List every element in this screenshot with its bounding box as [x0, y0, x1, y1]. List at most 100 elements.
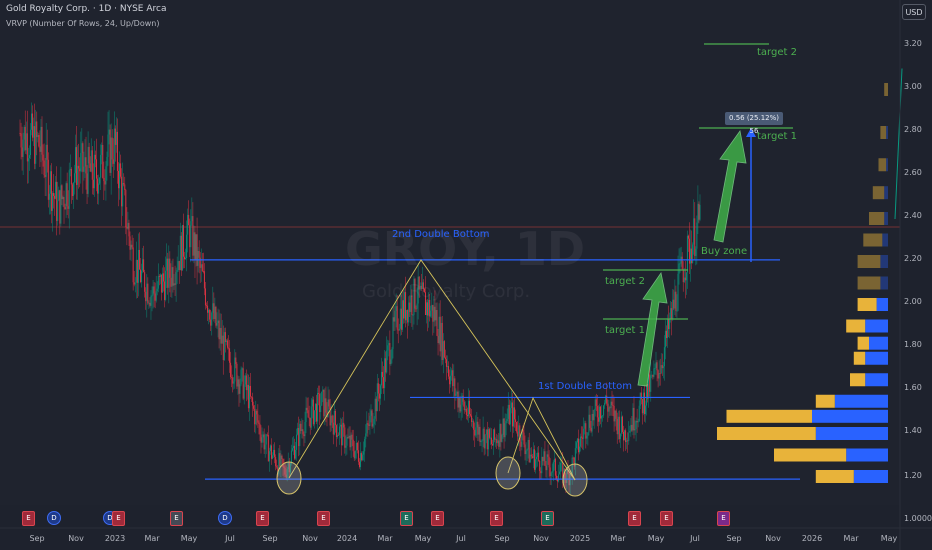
- candle-body: [609, 407, 611, 409]
- candle-body: [310, 406, 312, 428]
- candle-body: [141, 270, 143, 283]
- candle-body: [470, 414, 472, 416]
- indicator-legend[interactable]: VRVP (Number Of Rows, 24, Up/Down): [6, 19, 159, 28]
- candle-body: [183, 256, 185, 260]
- candle-body: [124, 184, 126, 191]
- candle-body: [133, 282, 135, 285]
- candle-body: [635, 420, 637, 430]
- event-marker[interactable]: E: [717, 511, 730, 526]
- candle-body: [397, 329, 399, 331]
- event-marker[interactable]: E: [22, 511, 35, 526]
- candle-body: [662, 366, 664, 369]
- candle-body: [136, 259, 138, 283]
- candle-body: [33, 126, 35, 138]
- event-marker[interactable]: E: [541, 511, 554, 526]
- candle-body: [245, 375, 247, 391]
- candle-body: [196, 234, 198, 266]
- time-tick-label: Nov: [302, 534, 318, 543]
- candle-body: [97, 178, 99, 194]
- event-marker[interactable]: D: [47, 511, 61, 525]
- candle-body: [26, 133, 28, 162]
- volume-up-bar: [882, 233, 888, 247]
- candle-body: [366, 423, 368, 434]
- candle-body: [35, 121, 37, 164]
- candle-body: [347, 437, 349, 438]
- volume-up-bar: [876, 298, 888, 311]
- candle-body: [501, 434, 503, 442]
- candle-body: [687, 235, 689, 239]
- candle-body: [77, 165, 79, 185]
- candle-body: [174, 283, 176, 285]
- candle-body: [516, 421, 518, 432]
- candle-body: [476, 421, 478, 428]
- candle-body: [56, 181, 58, 221]
- candle-body: [61, 185, 63, 200]
- event-marker[interactable]: E: [317, 511, 330, 526]
- candle-body: [444, 357, 446, 360]
- candle-body: [300, 423, 302, 432]
- candle-body: [502, 418, 504, 435]
- event-marker[interactable]: E: [400, 511, 413, 526]
- candle-body: [321, 391, 323, 406]
- volume-up-bar: [886, 126, 888, 139]
- candle-body: [396, 306, 398, 330]
- candle-body: [294, 445, 296, 459]
- candle-body: [58, 190, 60, 201]
- candle-body: [496, 439, 498, 444]
- event-marker[interactable]: E: [112, 511, 125, 526]
- candle-body: [231, 377, 233, 378]
- event-marker[interactable]: E: [170, 511, 183, 526]
- candle-body: [109, 129, 111, 173]
- candle-body: [643, 392, 645, 415]
- candle-body: [509, 408, 511, 425]
- candle-body: [154, 293, 156, 301]
- candle-body: [351, 434, 353, 440]
- candle-body: [440, 322, 442, 352]
- candle-body: [220, 327, 222, 344]
- candle-body: [550, 472, 552, 477]
- candle-body: [375, 398, 377, 412]
- candle-body: [31, 113, 33, 130]
- second-double-bottom-label: 2nd Double Bottom: [392, 229, 490, 240]
- candle-body: [93, 154, 95, 189]
- event-marker[interactable]: E: [431, 511, 444, 526]
- candle-body: [107, 134, 109, 157]
- candle-body: [234, 357, 236, 382]
- candle-body: [214, 306, 216, 320]
- event-marker[interactable]: E: [490, 511, 503, 526]
- event-marker[interactable]: E: [628, 511, 641, 526]
- event-marker[interactable]: E: [256, 511, 269, 526]
- candle-body: [376, 383, 378, 412]
- currency-button[interactable]: USD: [902, 4, 926, 20]
- event-marker[interactable]: E: [660, 511, 673, 526]
- candle-body: [314, 403, 316, 411]
- volume-down-bar: [717, 427, 816, 440]
- candle-body: [338, 434, 340, 436]
- candle-body: [197, 251, 199, 266]
- candle-body: [636, 420, 638, 423]
- candle-body: [332, 422, 334, 435]
- candle-body: [451, 370, 453, 376]
- candle-body: [443, 341, 445, 358]
- volume-up-bar: [834, 394, 888, 408]
- candle-body: [111, 137, 113, 160]
- candle-body: [386, 350, 388, 373]
- candle-body: [463, 401, 465, 411]
- candle-body: [652, 374, 654, 377]
- candle-body: [210, 319, 212, 326]
- candle-body: [101, 144, 103, 155]
- candle-body: [626, 440, 628, 443]
- candle-body: [438, 316, 440, 344]
- candle-body: [479, 426, 481, 443]
- chart-workspace[interactable]: GROY, 1D Gold Royalty Corp. Gold Royalty…: [0, 0, 932, 550]
- candle-body: [543, 451, 545, 462]
- candle-body: [587, 432, 589, 436]
- candle-body: [161, 273, 163, 293]
- candle-body: [373, 418, 375, 424]
- candle-body: [384, 358, 386, 389]
- symbol-title[interactable]: Gold Royalty Corp. · 1D · NYSE Arca: [6, 4, 166, 14]
- candle-body: [186, 234, 188, 259]
- event-marker[interactable]: D: [218, 511, 232, 525]
- candle-body: [520, 441, 522, 447]
- candle-body: [65, 183, 67, 210]
